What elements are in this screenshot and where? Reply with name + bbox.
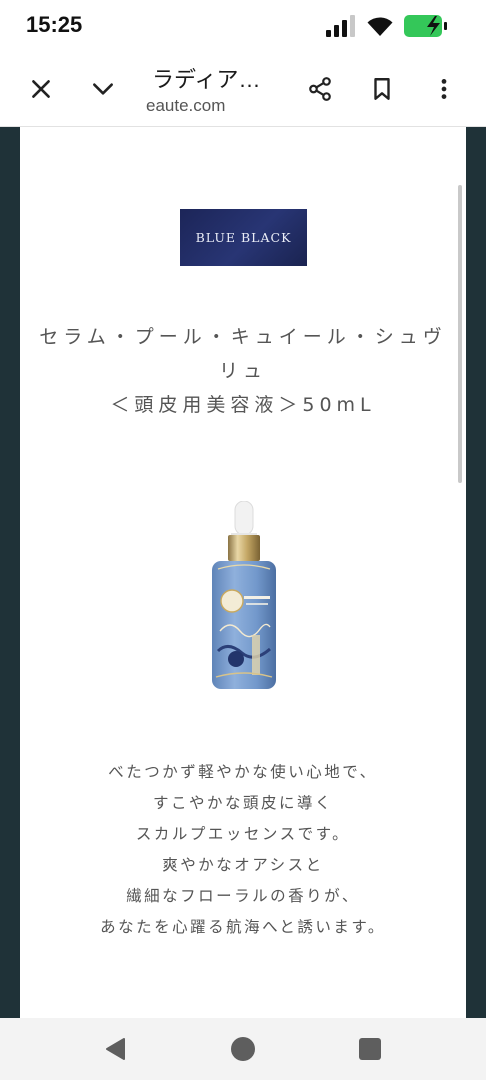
wifi-icon [367,17,393,36]
bookmark-icon [374,78,390,100]
description-line: あなたを心躍る航海へと誘います。 [100,918,386,936]
description-line: すこやかな頭皮に導く [152,794,333,812]
share-button[interactable] [302,71,338,107]
product-name-line: ＜頭皮用美容液＞50mL [110,394,376,416]
more-options-button[interactable] [426,71,462,107]
status-icons [326,12,452,40]
description-line: べたつかず軽やかな使い心地で、 [108,763,378,781]
product-bottle-image [212,501,276,689]
description-line: 爽やかなオアシスと [162,856,324,874]
web-viewport[interactable]: BLUE BLACK セラム・プール・キュイール・シュヴ リュ ＜頭皮用美容液＞… [0,127,486,1018]
more-vert-icon [441,79,447,99]
close-tab-button[interactable] [23,71,59,107]
product-name-line: セラム・プール・キュイール・シュヴ [39,326,447,348]
home-icon[interactable] [231,1037,255,1061]
minimize-button[interactable] [85,71,121,107]
status-time: 15:25 [26,12,83,37]
page-url[interactable]: eaute.com [146,96,286,116]
collection-badge: BLUE BLACK [180,209,307,266]
page-content: BLUE BLACK セラム・プール・キュイール・シュヴ リュ ＜頭皮用美容液＞… [20,127,466,1018]
battery-charging-icon [404,15,447,37]
recents-icon[interactable] [359,1038,381,1060]
description-line: 繊細なフローラルの香りが、 [126,887,360,905]
signal-icon [326,15,356,37]
chevron-down-icon [93,83,113,95]
back-icon[interactable] [104,1037,128,1061]
share-icon [309,77,331,101]
status-bar: 15:25 [0,0,486,52]
product-description: べたつかず軽やかな使い心地で、 すこやかな頭皮に導く スカルプエッセンスです。 … [20,757,466,943]
system-nav-bar [0,1018,486,1080]
close-icon [32,80,50,98]
bookmark-button[interactable] [364,71,400,107]
page-title[interactable]: ラディア… [152,62,292,94]
browser-toolbar: ラディア… eaute.com [0,52,486,127]
product-name: セラム・プール・キュイール・シュヴ リュ ＜頭皮用美容液＞50mL [20,320,466,422]
badge-label: BLUE BLACK [195,230,292,245]
product-name-line: リュ [218,360,267,382]
description-line: スカルプエッセンスです。 [135,825,351,843]
